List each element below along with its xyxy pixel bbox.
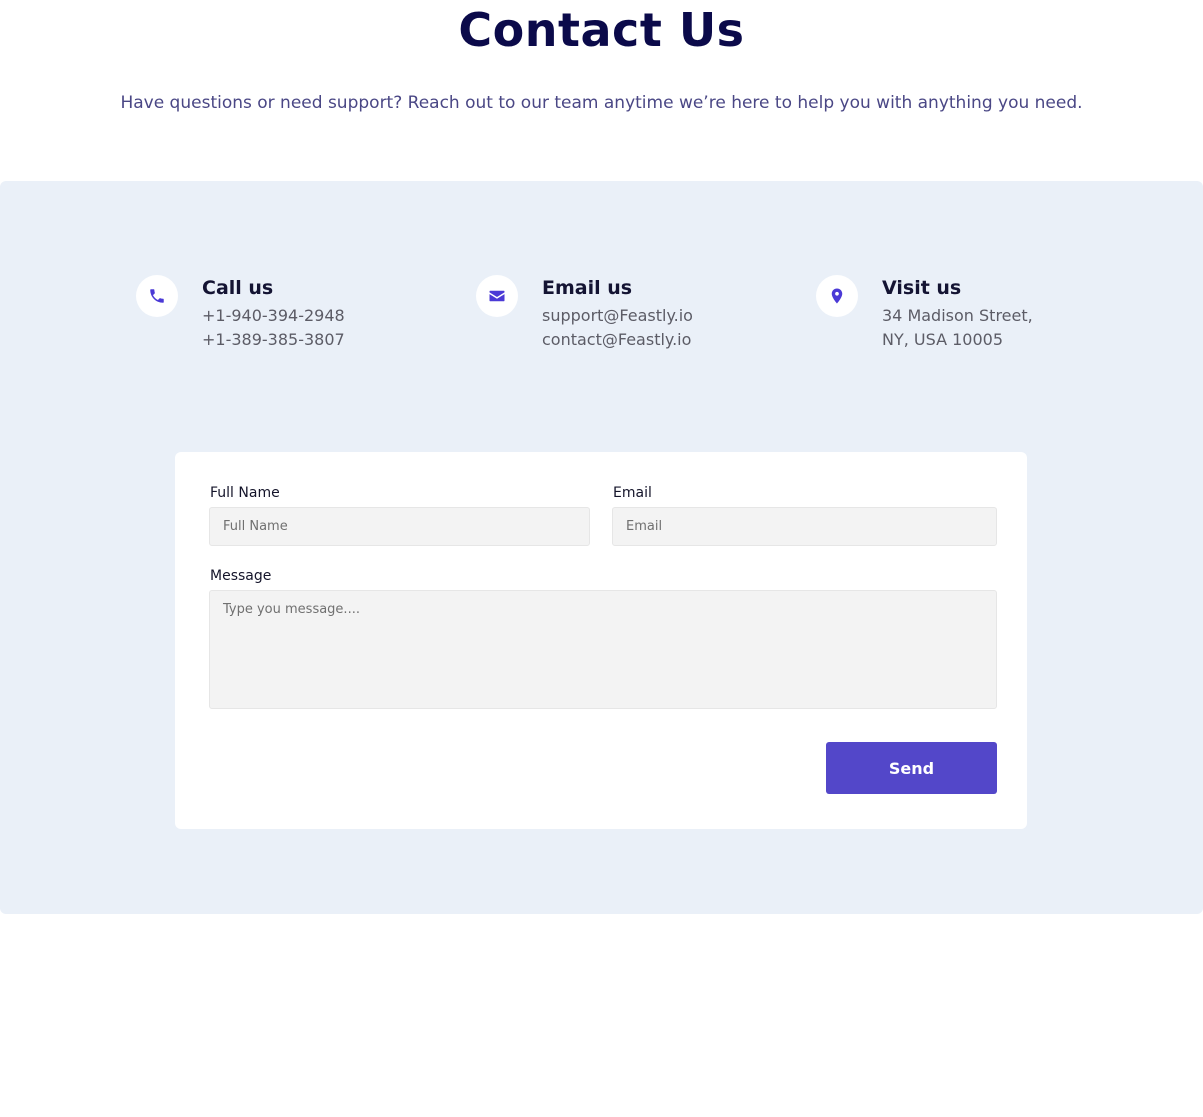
contact-info-call: Call us +1-940-394-2948 +1-389-385-3807 (136, 275, 345, 352)
contact-info-email: Email us support@Feastly.io contact@Feas… (476, 275, 693, 352)
phone-number[interactable]: +1-940-394-2948 (202, 304, 345, 328)
contact-page: Contact Us Have questions or need suppor… (0, 0, 1203, 1117)
email-label: Email (613, 485, 652, 501)
contact-panel: Call us +1-940-394-2948 +1-389-385-3807 … (0, 181, 1203, 914)
contact-form: Full Name Email Message Send (175, 452, 1027, 829)
contact-info-visit: Visit us 34 Madison Street, NY, USA 1000… (816, 275, 1033, 352)
phone-number[interactable]: +1-389-385-3807 (202, 328, 345, 352)
address-line: 34 Madison Street, (882, 306, 1033, 325)
contact-heading: Call us (202, 277, 274, 299)
full-name-input[interactable] (209, 507, 590, 546)
address-line: NY, USA 10005 (882, 330, 1004, 349)
message-label: Message (210, 568, 272, 584)
message-textarea[interactable] (209, 590, 997, 709)
page-title: Contact Us (458, 3, 745, 57)
email-address[interactable]: support@Feastly.io (542, 304, 693, 328)
send-button[interactable]: Send (826, 742, 997, 794)
contact-heading: Visit us (882, 277, 962, 299)
email-address[interactable]: contact@Feastly.io (542, 328, 693, 352)
map-pin-icon (816, 275, 858, 317)
email-input[interactable] (612, 507, 997, 546)
phone-icon (136, 275, 178, 317)
page-subtitle: Have questions or need support? Reach ou… (120, 93, 1083, 113)
envelope-icon (476, 275, 518, 317)
contact-heading: Email us (542, 277, 633, 299)
full-name-label: Full Name (210, 485, 280, 501)
